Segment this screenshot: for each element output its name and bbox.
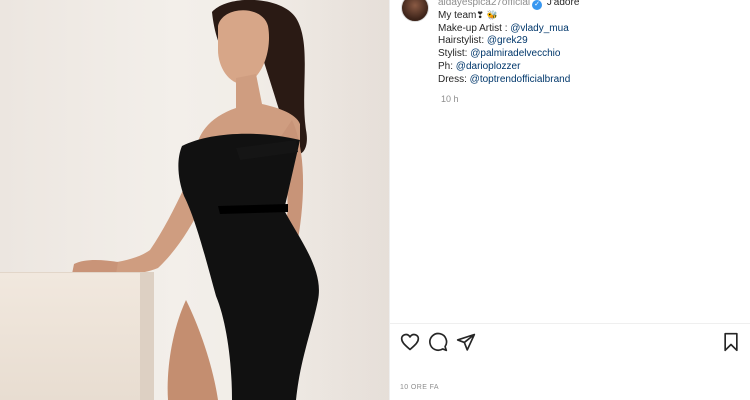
share-button[interactable] — [456, 332, 476, 352]
share-icon — [456, 333, 476, 351]
caption-line-hair: Hairstylist: @grek29 — [438, 35, 738, 48]
caption-line-team: My team❣ 🐝 — [438, 10, 738, 23]
avatar[interactable] — [401, 0, 429, 22]
heart-bee-emoji-icon: ❣ 🐝 — [476, 11, 498, 21]
post-photo[interactable] — [0, 0, 389, 400]
caption-label: Stylist: — [438, 48, 471, 60]
caption-label: Dress: — [438, 73, 470, 85]
mention-link[interactable]: @toptrendofficialbrand — [470, 74, 571, 85]
instagram-post: aidayespica27official ✓ J'adore My team❣ … — [0, 0, 750, 400]
caption-label: Hairstylist: — [438, 35, 487, 47]
post-caption: aidayespica27official ✓ J'adore My team❣ … — [438, 0, 738, 106]
heart-icon — [400, 333, 420, 351]
post-side-panel: aidayespica27official ✓ J'adore My team❣ … — [389, 0, 750, 400]
caption-text: J'adore — [546, 0, 580, 8]
mention-link[interactable]: @darioplozzer — [456, 61, 521, 72]
username-link[interactable]: aidayespica27official — [438, 0, 530, 8]
post-date[interactable]: 10 ORE FA — [400, 384, 439, 391]
save-button[interactable] — [722, 332, 740, 352]
caption-label: Make-up Artist : — [438, 22, 511, 34]
caption-label: Ph: — [438, 60, 456, 72]
caption-first-line: aidayespica27official ✓ J'adore — [438, 0, 738, 10]
mention-link[interactable]: @vlady_mua — [510, 23, 569, 34]
caption-text: My team — [438, 10, 477, 21]
like-button[interactable] — [400, 332, 420, 352]
pedestal-block — [0, 272, 146, 400]
comment-icon — [429, 332, 448, 352]
bookmark-icon — [724, 332, 738, 352]
caption-line-dress: Dress: @toptrendofficialbrand — [438, 74, 738, 87]
caption-line-photographer: Ph: @darioplozzer — [438, 61, 738, 74]
mention-link[interactable]: @palmiradelvecchio — [470, 48, 560, 59]
comment-button[interactable] — [428, 332, 448, 352]
caption-line-makeup: Make-up Artist : @vlady_mua — [438, 23, 738, 36]
caption-timestamp: 10 h — [441, 94, 459, 105]
caption-line-stylist: Stylist: @palmiradelvecchio — [438, 48, 738, 61]
pedestal-block-side — [140, 272, 154, 400]
section-divider — [390, 323, 750, 324]
verified-badge-icon: ✓ — [532, 0, 543, 10]
mention-link[interactable]: @grek29 — [487, 35, 528, 46]
